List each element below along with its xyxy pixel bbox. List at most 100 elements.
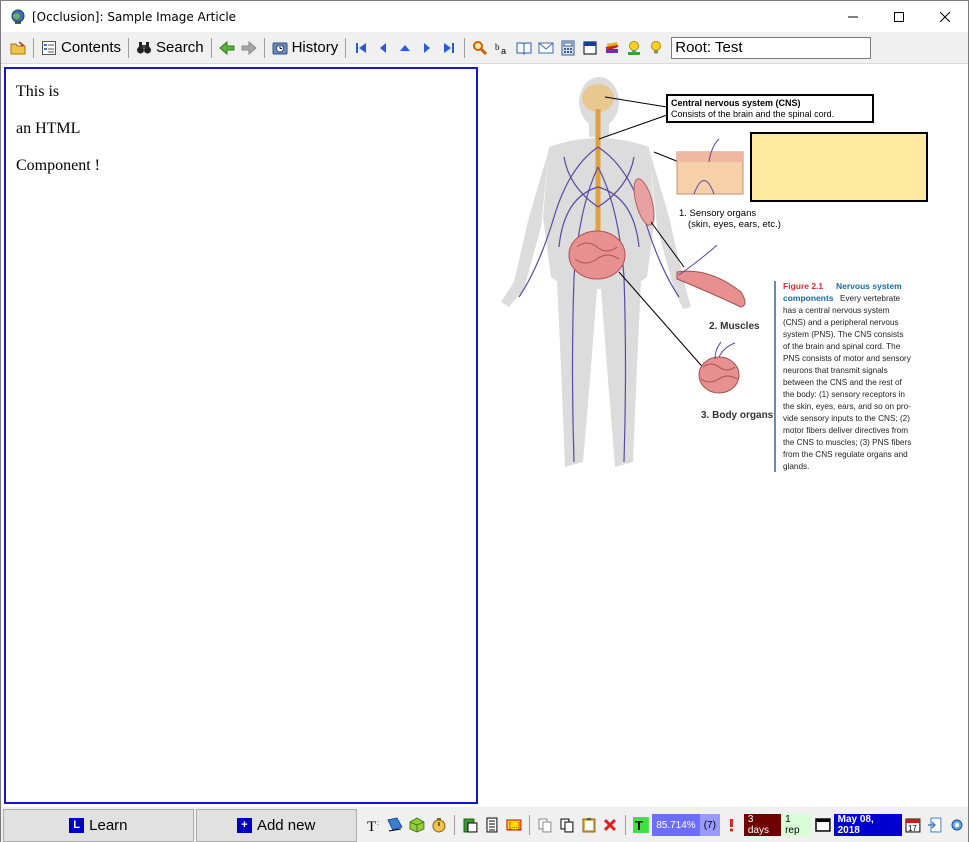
retention-percent: 85.714% — [652, 814, 700, 836]
caption-line: vide sensory inputs to the CNS; (2) — [783, 414, 910, 423]
add-new-label: Add new — [256, 816, 316, 834]
edit-book-icon[interactable] — [387, 817, 404, 833]
minimize-icon — [848, 16, 858, 17]
find-button[interactable] — [469, 35, 491, 61]
copy-icon[interactable] — [537, 817, 553, 833]
interval-badge: 3 days — [743, 814, 782, 836]
back-button[interactable] — [216, 35, 238, 61]
history-button[interactable]: History — [269, 35, 342, 61]
percent-value: 85.714% — [656, 819, 696, 831]
svg-text:[...]: [...] — [509, 821, 520, 830]
open-folder-button[interactable] — [7, 35, 29, 61]
occlusion-box[interactable] — [750, 132, 928, 202]
caption-line: from the CNS regulate organs and — [783, 450, 908, 459]
contents-button[interactable]: Contents — [38, 35, 124, 61]
html-line: Component ! — [16, 157, 100, 174]
maximize-icon — [894, 11, 904, 22]
search-button[interactable]: Search — [133, 35, 207, 61]
open-folder-icon — [10, 40, 26, 54]
image-component-pane[interactable]: Central nervous system (CNS) Consists of… — [479, 67, 968, 804]
previous-element-button[interactable] — [372, 35, 394, 61]
svg-text:T: T — [367, 819, 376, 833]
envelope-icon — [538, 42, 554, 53]
settings-gear-icon[interactable] — [949, 817, 965, 833]
cns-label-text: Consists of the brain and the spinal cor… — [671, 109, 834, 119]
last-element-button[interactable] — [438, 35, 460, 61]
search-label: Search — [156, 39, 204, 56]
caption-line: between the CNS and the rest of — [783, 378, 903, 387]
html-component-pane[interactable]: This is an HTML Component ! — [4, 67, 478, 804]
books-button[interactable] — [601, 35, 623, 61]
close-button[interactable] — [922, 1, 968, 32]
next-element-button[interactable] — [416, 35, 438, 61]
main-toolbar: Contents Search History b a Root: Test — [1, 32, 968, 64]
calculator-button[interactable] — [557, 35, 579, 61]
caption-title-2: components — [783, 293, 834, 303]
window-icon[interactable] — [814, 817, 831, 833]
toolbar-separator — [345, 37, 347, 58]
duplicate-icon[interactable] — [559, 817, 575, 833]
body-organs-label: 3. Body organs — [701, 410, 774, 421]
html-line: This is — [16, 83, 60, 100]
caption-body: Every vertebrate has a central nervous s… — [783, 294, 912, 471]
book-button[interactable] — [513, 35, 535, 61]
window-button[interactable] — [579, 35, 601, 61]
books-icon — [605, 41, 619, 53]
window-controls — [830, 1, 968, 32]
caption-line: (CNS) and a peripheral nervous — [783, 318, 899, 327]
lightbulb-person-icon — [628, 40, 641, 55]
document-icon[interactable] — [484, 817, 500, 833]
calendar-icon[interactable]: 17 — [905, 817, 921, 833]
caption-line: PNS consists of motor and sensory — [783, 354, 912, 363]
ellipsis-box-icon[interactable]: [...] — [506, 817, 522, 833]
up-icon — [400, 44, 411, 51]
nervous-system-figure: Central nervous system (CNS) Consists of… — [501, 77, 928, 472]
import-icon[interactable] — [927, 817, 943, 833]
maximize-button[interactable] — [876, 1, 922, 32]
toolbar-separator — [454, 815, 456, 835]
toolbar-separator — [464, 37, 466, 58]
toolbar-separator — [625, 815, 627, 835]
learn-icon: L — [69, 817, 85, 833]
caption-line: neurons that transmit signals — [783, 366, 888, 375]
first-element-button[interactable] — [350, 35, 372, 61]
text-format-icon[interactable]: T: — [366, 817, 382, 833]
clipboard-icon[interactable] — [581, 817, 597, 833]
caption-line: the body: (1) sensory receptors in — [783, 390, 905, 399]
root-branch-field[interactable] — [671, 36, 872, 59]
mail-button[interactable] — [535, 35, 557, 61]
learn-button[interactable]: L Learn — [3, 808, 194, 842]
body-organs-illustration — [698, 341, 740, 394]
delete-icon[interactable] — [602, 817, 618, 833]
toolbar-separator — [210, 37, 212, 58]
next-repetition-date[interactable]: May 08, 2018 — [833, 814, 903, 836]
timer-icon[interactable] — [431, 817, 447, 833]
window-title: [Occlusion]: Sample Image Article — [32, 9, 237, 24]
bottom-toolbar: L Learn + Add new T: [...] T 85.714% (7)… — [1, 807, 968, 842]
app-window: [Occlusion]: Sample Image Article Conten… — [0, 0, 969, 842]
window-icon — [583, 41, 597, 54]
caption-line: system (PNS). The CNS consists — [783, 330, 903, 339]
forward-button[interactable] — [238, 35, 260, 61]
sensory-label-2: (skin, eyes, ears, etc.) — [688, 219, 781, 230]
lightbulb-icon — [651, 40, 662, 53]
history-label: History — [291, 39, 339, 56]
priority-icon[interactable] — [723, 817, 739, 833]
caption-line: of the brain and spinal cord. The — [783, 342, 901, 351]
dictionary-button[interactable]: ba — [491, 35, 513, 61]
add-new-button[interactable]: + Add new — [195, 808, 357, 842]
idea-button[interactable] — [645, 35, 667, 61]
next-icon — [424, 42, 431, 53]
cube-icon[interactable] — [409, 817, 425, 833]
paste-element-icon[interactable] — [462, 817, 478, 833]
date-value: May 08, 2018 — [837, 814, 874, 836]
idea-user-button[interactable] — [623, 35, 645, 61]
toolbar-separator — [528, 815, 530, 835]
last-icon — [444, 42, 455, 53]
minimize-button[interactable] — [830, 1, 876, 32]
svg-text:b: b — [495, 42, 500, 52]
binoculars-icon — [137, 41, 152, 53]
reps-value: 1 rep — [785, 814, 800, 836]
cns-label-title: Central nervous system (CNS) — [671, 98, 801, 108]
parent-element-button[interactable] — [394, 35, 416, 61]
